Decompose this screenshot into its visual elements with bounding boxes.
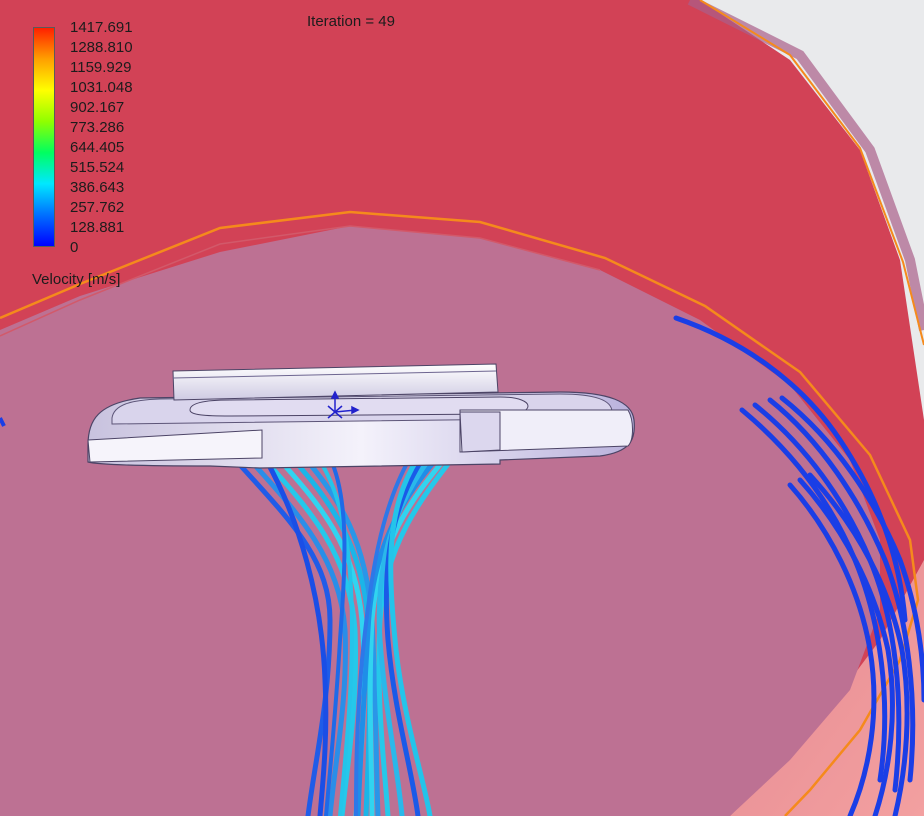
legend-tick-label: 644.405 (70, 139, 125, 156)
cfd-viewport[interactable]: 1417.691 1288.810 1159.929 1031.048 902.167 7… (0, 0, 924, 816)
legend-tick-label: 1159.929 (70, 59, 132, 76)
legend-tick-label: 1288.810 (70, 39, 133, 56)
legend-tick-label: 257.762 (70, 199, 125, 216)
legend-tick-label: 128.881 (70, 219, 125, 236)
legend-tick-label: 386.643 (70, 179, 125, 196)
legend-tick-label: 1417.691 (70, 19, 133, 36)
velocity-colorbar (33, 27, 55, 247)
iteration-label: Iteration = (307, 13, 379, 30)
legend-tick-label: 515.524 (70, 159, 125, 176)
legend-unit-label: Velocity [m/s] (32, 271, 121, 288)
part-inlet-right-face (459, 411, 501, 453)
iteration-value: 49 (378, 13, 395, 30)
iteration-counter: Iteration = 49 (307, 13, 395, 30)
legend-tick-label: 902.167 (70, 99, 125, 116)
legend-tick-label: 1031.048 (70, 79, 133, 96)
velocity-legend: 1417.691 1288.810 1159.929 1031.048 902.167 7… (0, 0, 200, 300)
legend-tick-label: 0 (70, 239, 79, 256)
legend-tick-label: 773.286 (70, 119, 125, 136)
